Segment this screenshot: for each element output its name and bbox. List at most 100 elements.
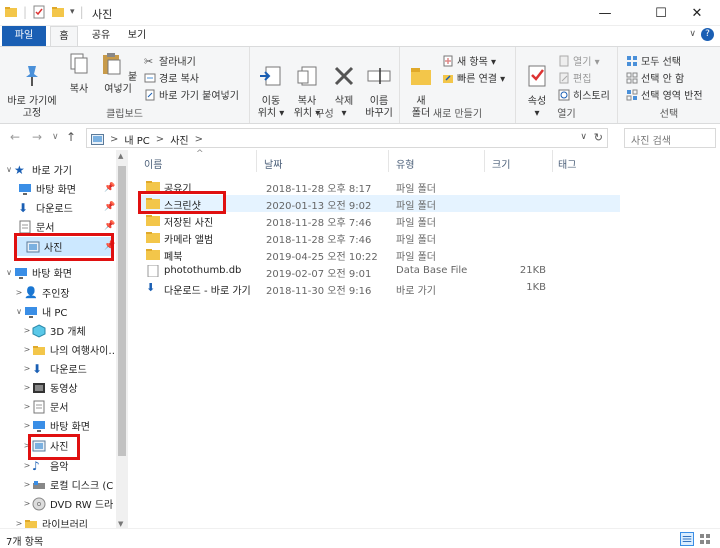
nav-item-music[interactable]: > ♪ 음악 [22, 456, 69, 475]
chevron-right-icon[interactable]: > [22, 402, 32, 411]
tab-home[interactable]: 홈 [50, 26, 78, 46]
column-header-tags[interactable]: 태그 [558, 156, 576, 171]
column-divider[interactable] [388, 150, 389, 172]
chevron-right-icon[interactable]: > [22, 383, 32, 392]
scroll-down-icon[interactable]: ▼ [118, 520, 123, 528]
nav-item-videos[interactable]: > 동영상 [22, 378, 78, 397]
nav-item-dvd-drive[interactable]: > DVD RW 드라 [22, 494, 113, 513]
file-row-folder[interactable]: 스크린샷 2020-01-13 오전 9:02 파일 폴더 [140, 195, 620, 212]
chevron-right-icon[interactable]: > [14, 288, 24, 297]
nav-item-documents-pinned[interactable]: 문서 [18, 217, 54, 236]
customize-quick-access-icon[interactable]: ▾ [70, 7, 75, 17]
3d-objects-icon [32, 323, 46, 338]
nav-item-desktop[interactable]: ∨ 바탕 화면 [4, 263, 72, 282]
chevron-right-icon[interactable]: > [22, 461, 32, 470]
tab-view[interactable]: 보기 [122, 26, 152, 46]
properties-quick-icon[interactable] [32, 5, 46, 19]
column-header-type[interactable]: 유형 [396, 156, 414, 171]
breadcrumb-this-pc[interactable]: 내 PC [124, 132, 149, 147]
new-folder-quick-icon[interactable] [51, 5, 65, 19]
nav-label: 나의 여행사이… [50, 346, 119, 357]
breadcrumb-separator: > [194, 134, 203, 145]
large-icons-view-icon[interactable] [698, 532, 712, 546]
address-dropdown-icon[interactable]: ∨ [580, 132, 587, 142]
tab-file[interactable]: 파일 [2, 26, 46, 46]
column-header-size[interactable]: 크기 [492, 156, 510, 171]
file-row-shortcut[interactable]: ⬇ 다운로드 - 바로 가기 2018-11-30 오전 9:16 바로 가기 … [140, 280, 620, 298]
chevron-right-icon[interactable]: > [22, 421, 32, 430]
tab-share[interactable]: 공유 [86, 26, 116, 46]
invert-selection-icon [626, 89, 638, 100]
easy-access-button[interactable]: 빠른 연결 ▾ [442, 70, 505, 85]
nav-item-downloads[interactable]: > ⬇ 다운로드 [22, 359, 87, 378]
copy-path-button[interactable]: 경로 복사 [144, 70, 199, 85]
nav-item-pictures[interactable]: > 사진 [22, 436, 68, 455]
paste-button[interactable]: 붙여넣기 [98, 51, 138, 96]
back-button[interactable]: ← [10, 130, 20, 144]
select-none-button[interactable]: 선택 안 함 [626, 70, 684, 85]
file-type: 파일 폴더 [396, 235, 436, 246]
chevron-right-icon[interactable]: > [22, 326, 32, 335]
select-none-icon [626, 72, 638, 83]
paste-shortcut-button[interactable]: 바로 가기 붙여넣기 [144, 87, 239, 102]
column-divider[interactable] [552, 150, 553, 172]
forward-button[interactable]: → [32, 130, 42, 144]
column-header-date[interactable]: 날짜 [264, 156, 282, 171]
invert-selection-button[interactable]: 선택 영역 반전 [626, 87, 703, 102]
desktop-icon [19, 183, 31, 195]
history-button[interactable]: 히스토리 [558, 87, 610, 102]
edit-button[interactable]: 편집 [558, 70, 591, 85]
nav-item-desktop-pinned[interactable]: 바탕 화면 [18, 179, 76, 198]
chevron-down-icon[interactable]: ∨ [4, 165, 14, 174]
expand-ribbon-icon[interactable]: ∨ [689, 29, 696, 39]
cut-button[interactable]: ✂ 잘라내기 [144, 53, 196, 69]
nav-item-pictures-pinned[interactable]: 사진 [16, 237, 112, 256]
file-icon [147, 265, 159, 277]
file-row-folder[interactable]: 공유기 2018-11-28 오후 8:17 파일 폴더 [140, 178, 620, 195]
nav-item-quick-access[interactable]: ∨ ★ 바로 가기 [4, 160, 72, 179]
chevron-down-icon[interactable]: ∨ [4, 268, 14, 277]
nav-item-documents[interactable]: > 문서 [22, 397, 68, 416]
file-row-folder[interactable]: 저장된 사진 2018-11-28 오후 7:46 파일 폴더 [140, 212, 620, 229]
close-button[interactable]: ✕ [674, 0, 720, 26]
toolbar-divider: | [23, 5, 28, 19]
nav-item-desktop-pc[interactable]: > 바탕 화면 [22, 416, 90, 435]
search-input[interactable]: 사진 검색 [624, 128, 716, 148]
column-divider[interactable] [484, 150, 485, 172]
chevron-right-icon[interactable]: > [22, 364, 32, 373]
nav-scroll-thumb[interactable] [118, 166, 126, 456]
chevron-right-icon[interactable]: > [22, 441, 32, 450]
up-button[interactable]: ↑ [66, 130, 76, 144]
address-field[interactable]: > 내 PC > 사진 > ∨ ↻ [86, 128, 608, 148]
copy-button[interactable]: 복사 [64, 51, 94, 96]
chevron-down-icon[interactable]: ∨ [14, 307, 24, 316]
nav-item-3d-objects[interactable]: > 3D 개체 [22, 321, 86, 340]
file-row-file[interactable]: photothumb.db 2019-02-07 오전 9:01 Data Ba… [140, 263, 620, 280]
select-all-button[interactable]: 모두 선택 [626, 53, 681, 68]
chevron-right-icon[interactable]: > [22, 499, 32, 508]
nav-item-local-disk[interactable]: > 로컬 디스크 (C [22, 475, 114, 494]
file-size: 1KB [526, 282, 546, 293]
nav-item-downloads-pinned[interactable]: ⬇ 다운로드 [18, 198, 73, 217]
chevron-right-icon[interactable]: > [14, 519, 24, 528]
new-item-button[interactable]: 새 항목 ▾ [442, 53, 496, 68]
recent-locations-button[interactable]: ∨ [52, 132, 59, 142]
file-row-folder[interactable]: 카메라 앨범 2018-11-28 오후 7:46 파일 폴더 [140, 229, 620, 246]
minimize-button[interactable]: — [582, 0, 628, 26]
open-button[interactable]: 열기 ▾ [558, 53, 600, 68]
chevron-right-icon[interactable]: > [22, 480, 32, 489]
nav-item-travel-folder[interactable]: > 나의 여행사이… [22, 340, 119, 359]
nav-item-user[interactable]: > 👤 주인장 [14, 283, 70, 302]
computer-icon [25, 306, 37, 318]
nav-scrollbar[interactable]: ▲ ▼ [116, 150, 128, 530]
file-row-folder[interactable]: 폐북 2019-04-25 오전 10:22 파일 폴더 [140, 246, 620, 263]
scroll-up-icon[interactable]: ▲ [118, 152, 123, 160]
chevron-right-icon[interactable]: > [22, 345, 32, 354]
column-divider[interactable] [256, 150, 257, 172]
details-view-icon[interactable] [680, 532, 694, 546]
refresh-icon[interactable]: ↻ [594, 131, 603, 144]
help-icon[interactable]: ? [701, 28, 714, 41]
nav-item-this-pc[interactable]: ∨ 내 PC [14, 302, 67, 321]
breadcrumb-pictures[interactable]: 사진 [170, 132, 188, 147]
column-header-name[interactable]: 이름 [144, 156, 162, 171]
